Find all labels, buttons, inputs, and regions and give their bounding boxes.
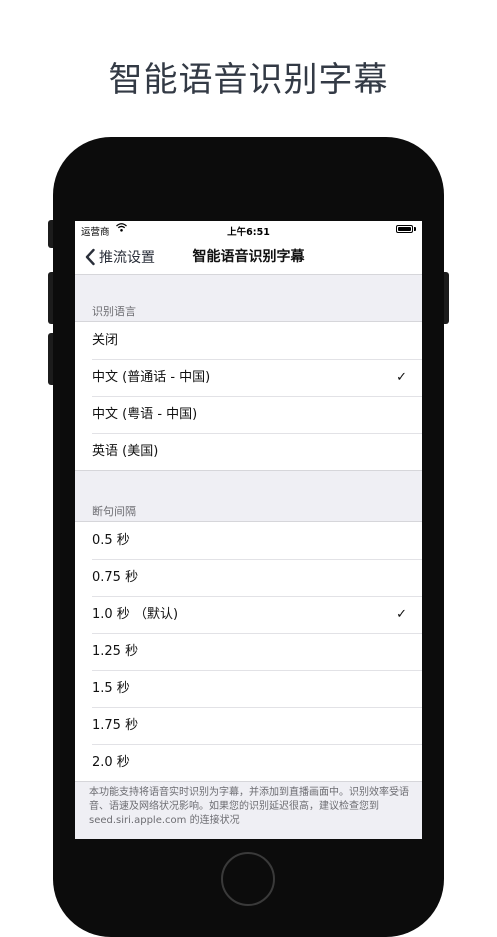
status-bar: 运营商 上午6:51 — [75, 221, 422, 239]
interval-option-1-25[interactable]: 1.25 秒 — [75, 633, 422, 670]
interval-option-1-0[interactable]: 1.0 秒 （默认) ✓ — [75, 596, 422, 633]
status-time: 上午6:51 — [227, 227, 270, 238]
option-label: 中文 (粤语 - 中国) — [92, 407, 198, 422]
navigation-bar: 推流设置 智能语音识别字幕 — [75, 239, 422, 275]
option-label: 1.0 秒 （默认) — [92, 607, 179, 622]
language-option-english-us[interactable]: 英语 (美国) — [75, 433, 422, 470]
phone-screen: 运营商 上午6:51 推流设置 智能语音识别字幕 识别语言 关闭 中文 (普通话… — [75, 221, 422, 839]
interval-option-1-5[interactable]: 1.5 秒 — [75, 670, 422, 707]
section-header-interval: 断句间隔 — [92, 505, 136, 518]
option-label: 0.75 秒 — [92, 570, 139, 585]
page-title: 智能语音识别字幕 — [192, 249, 305, 265]
option-label: 关闭 — [92, 333, 119, 348]
checkmark-icon: ✓ — [396, 370, 407, 385]
section-header-language: 识别语言 — [92, 305, 136, 318]
language-options-list: 关闭 中文 (普通话 - 中国) ✓ 中文 (粤语 - 中国) 英语 (美国) — [75, 321, 422, 471]
option-label: 1.5 秒 — [92, 681, 130, 696]
interval-option-0-5[interactable]: 0.5 秒 — [75, 522, 422, 559]
language-option-mandarin[interactable]: 中文 (普通话 - 中国) ✓ — [75, 359, 422, 396]
interval-options-list: 0.5 秒 0.75 秒 1.0 秒 （默认) ✓ 1.25 秒 1.5 秒 1… — [75, 521, 422, 782]
footer-note: 本功能支持将语音实时识别为字幕，并添加到直播画面中。识别效率受语音、语速及网络状… — [89, 787, 409, 826]
option-label: 中文 (普通话 - 中国) — [92, 370, 211, 385]
interval-option-0-75[interactable]: 0.75 秒 — [75, 559, 422, 596]
language-option-off[interactable]: 关闭 — [75, 322, 422, 359]
language-option-cantonese[interactable]: 中文 (粤语 - 中国) — [75, 396, 422, 433]
battery-tip — [414, 227, 416, 231]
interval-option-2-0[interactable]: 2.0 秒 — [75, 744, 422, 781]
interval-option-1-75[interactable]: 1.75 秒 — [75, 707, 422, 744]
battery-icon — [396, 225, 413, 233]
option-label: 0.5 秒 — [92, 533, 130, 548]
checkmark-icon: ✓ — [396, 607, 407, 622]
option-label: 2.0 秒 — [92, 755, 130, 770]
option-label: 1.25 秒 — [92, 644, 139, 659]
option-label: 1.75 秒 — [92, 718, 139, 733]
home-button — [221, 852, 275, 906]
promo-headline: 智能语音识别字幕 — [108, 60, 389, 100]
option-label: 英语 (美国) — [92, 444, 159, 459]
